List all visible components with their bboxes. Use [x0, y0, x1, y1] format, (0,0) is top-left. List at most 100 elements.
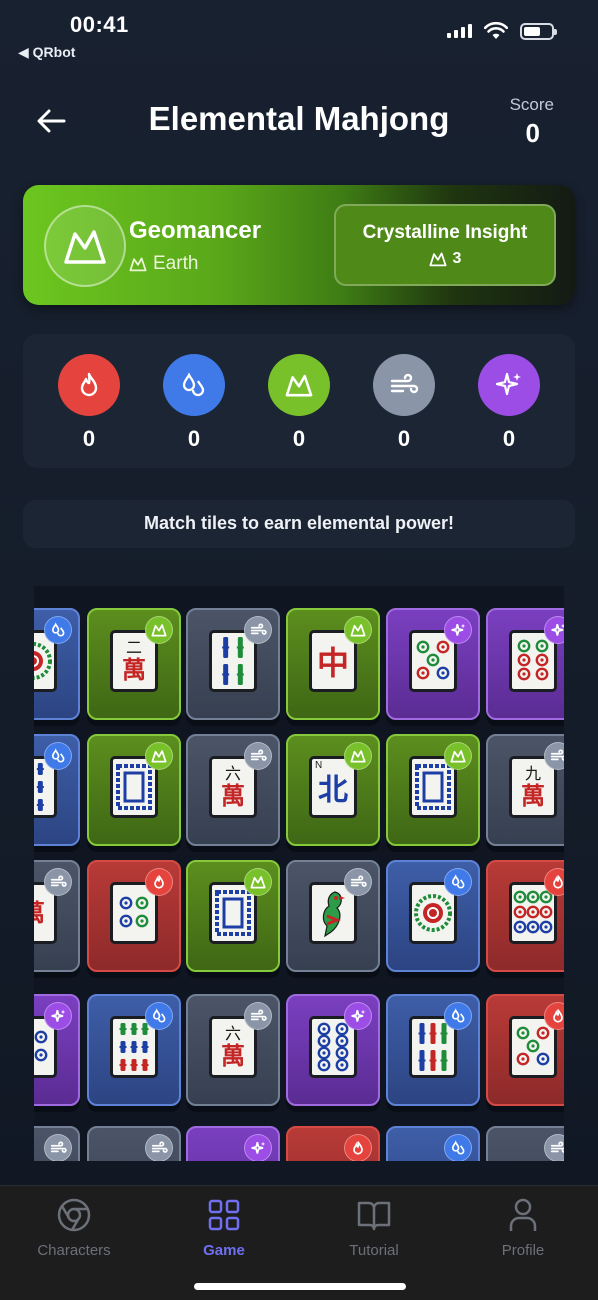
mahjong-tile[interactable]	[286, 860, 380, 972]
tile-character: 萬	[221, 780, 245, 810]
element-earth: 0	[267, 354, 331, 452]
mahjong-tile[interactable]	[87, 1126, 181, 1161]
droplet-icon	[444, 868, 472, 896]
mahjong-tile[interactable]: 二萬	[87, 608, 181, 720]
chrome-icon	[19, 1196, 129, 1234]
tab-tutorial[interactable]: Tutorial	[319, 1196, 429, 1259]
sparkle-icon	[478, 354, 540, 416]
mahjong-tile[interactable]: 萬	[34, 860, 80, 972]
mountain-icon	[129, 257, 147, 272]
tab-label: Characters	[37, 1242, 111, 1259]
tile-character: 萬	[122, 654, 146, 684]
mountain-icon	[268, 354, 330, 416]
character-avatar	[44, 205, 126, 287]
tile-number: 六	[224, 763, 241, 783]
mahjong-tile[interactable]	[87, 734, 181, 846]
earth-count: 0	[292, 426, 306, 451]
tab-game[interactable]: Game	[169, 1196, 279, 1259]
ability-name: Crystalline Insight	[362, 222, 528, 243]
element-counters: 0 0 0 0 0	[23, 334, 575, 468]
tile-corner-letter: N	[315, 760, 323, 771]
mahjong-tile[interactable]	[87, 994, 181, 1106]
mahjong-tile[interactable]	[34, 994, 80, 1106]
mahjong-tile[interactable]: 中	[286, 608, 380, 720]
mahjong-tile[interactable]	[186, 1126, 280, 1161]
character-element-label: Earth	[153, 253, 199, 274]
tile-character: 萬	[34, 899, 45, 927]
wind-icon	[44, 1134, 72, 1161]
fire-count: 0	[82, 426, 96, 451]
droplet-icon	[444, 1002, 472, 1030]
wind-icon	[344, 868, 372, 896]
mahjong-tile[interactable]	[87, 860, 181, 972]
mountain-icon	[64, 230, 106, 264]
mahjong-board: 二萬中六萬N北九萬萬六萬	[34, 586, 564, 1161]
mahjong-tile[interactable]	[34, 1126, 80, 1161]
sparkle-icon	[344, 1002, 372, 1030]
air-count: 0	[397, 426, 411, 451]
character-name: Geomancer	[129, 217, 262, 244]
character-element: Earth	[129, 253, 198, 275]
battery-icon	[520, 22, 557, 40]
sparkle-icon	[444, 616, 472, 644]
droplet-icon	[145, 1002, 173, 1030]
mahjong-tile[interactable]: 六萬	[186, 994, 280, 1106]
mahjong-tile[interactable]: 九萬	[486, 734, 564, 846]
flame-icon	[58, 354, 120, 416]
tile-character: 中	[316, 644, 349, 682]
mahjong-tile[interactable]	[386, 1126, 480, 1161]
ability-cost: 3	[336, 250, 554, 268]
cellular-signal-icon	[447, 24, 472, 38]
mahjong-tile[interactable]	[286, 994, 380, 1106]
mahjong-tile[interactable]	[486, 608, 564, 720]
mahjong-tile[interactable]: 六萬	[186, 734, 280, 846]
mahjong-tile[interactable]	[486, 860, 564, 972]
wind-icon	[44, 868, 72, 896]
mahjong-tile[interactable]	[386, 608, 480, 720]
mahjong-tile[interactable]	[186, 860, 280, 972]
mahjong-tile[interactable]	[386, 994, 480, 1106]
mahjong-tile[interactable]	[286, 1126, 380, 1161]
droplet-icon	[444, 1134, 472, 1161]
character-card: Geomancer Earth Crystalline Insight 3	[23, 185, 575, 305]
person-icon	[468, 1196, 578, 1234]
tile-number: 九	[524, 763, 541, 783]
wind-icon	[544, 742, 564, 770]
element-spirit: 0	[477, 354, 541, 452]
tile-character: 萬	[221, 1040, 245, 1070]
wind-icon	[244, 742, 272, 770]
sparkle-icon	[44, 1002, 72, 1030]
mahjong-tile[interactable]	[34, 734, 80, 846]
mahjong-tile[interactable]	[486, 1126, 564, 1161]
flame-icon	[544, 868, 564, 896]
element-fire: 0	[57, 354, 121, 452]
status-time: 00:41	[70, 12, 129, 37]
spirit-count: 0	[502, 426, 516, 451]
tab-label: Game	[203, 1242, 245, 1259]
wind-icon	[244, 1002, 272, 1030]
droplet-icon	[163, 354, 225, 416]
score-label: Score	[509, 95, 554, 114]
water-count: 0	[187, 426, 201, 451]
status-icons	[447, 22, 557, 40]
sparkle-icon	[544, 616, 564, 644]
mahjong-tile[interactable]	[486, 994, 564, 1106]
mountain-icon	[444, 742, 472, 770]
wind-icon	[544, 1134, 564, 1161]
mahjong-tile[interactable]: N北	[286, 734, 380, 846]
mountain-icon	[145, 742, 173, 770]
tile-character: 北	[318, 773, 348, 808]
ability-cost-value: 3	[452, 250, 462, 267]
mahjong-tile[interactable]	[186, 608, 280, 720]
flame-icon	[344, 1134, 372, 1161]
tab-profile[interactable]: Profile	[468, 1196, 578, 1259]
ability-button[interactable]: Crystalline Insight 3	[334, 204, 556, 286]
mahjong-tile[interactable]	[34, 608, 80, 720]
tile-number: 二	[125, 637, 142, 657]
back-to-app-link[interactable]: ◀ QRbot	[18, 44, 75, 61]
mahjong-tile[interactable]	[386, 860, 480, 972]
mahjong-tile[interactable]	[386, 734, 480, 846]
tile-character: 萬	[521, 780, 545, 810]
mountain-icon	[344, 616, 372, 644]
tab-characters[interactable]: Characters	[19, 1196, 129, 1259]
